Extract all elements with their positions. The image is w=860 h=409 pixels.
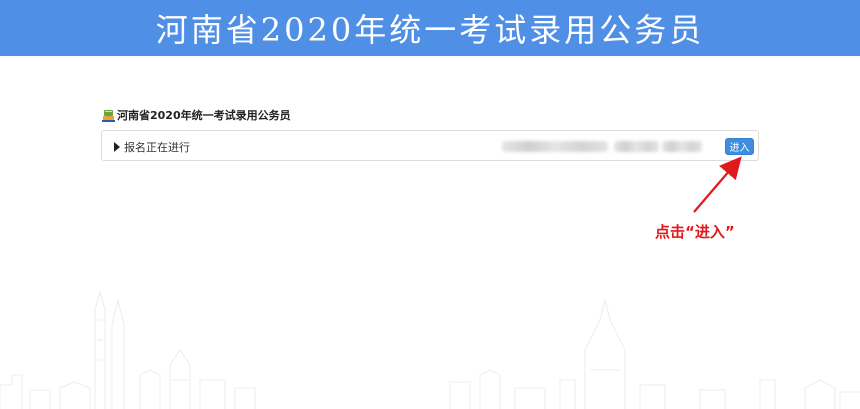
exam-logo-icon	[102, 108, 115, 122]
city-skyline-background	[0, 290, 860, 409]
status-row: 报名正在进行	[114, 139, 190, 155]
blurred-time-info	[614, 141, 659, 152]
section-title: 河南省2020年统一考试录用公务员	[117, 109, 291, 122]
registration-status-text: 报名正在进行	[124, 141, 190, 154]
header-title: 河南省2020年统一考试录用公务员	[155, 11, 705, 49]
enter-button[interactable]: 进入	[725, 138, 754, 155]
exam-list-item: 报名正在进行 进入	[101, 130, 759, 161]
blurred-date-info	[502, 141, 608, 152]
caret-right-icon	[114, 142, 120, 152]
section-header: 河南省2020年统一考试录用公务员	[102, 105, 291, 125]
page-header-banner: 河南省2020年统一考试录用公务员	[0, 0, 860, 56]
click-enter-annotation: 点击“进入”	[655, 223, 735, 241]
blurred-time-info-2	[662, 141, 702, 152]
